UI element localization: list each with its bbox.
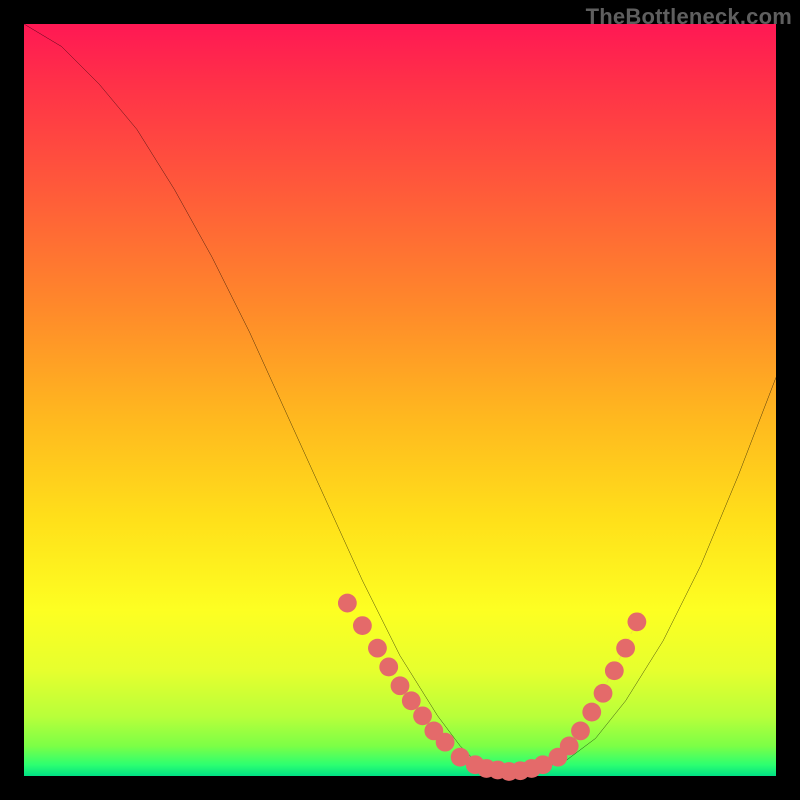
marker-dot (582, 703, 601, 722)
marker-dot (560, 737, 579, 756)
marker-dot (571, 721, 590, 740)
marker-dot (368, 639, 387, 658)
marker-dot (413, 706, 432, 725)
marker-dot (627, 612, 646, 631)
marker-dot (605, 661, 624, 680)
main-curve (24, 24, 776, 772)
marker-dot (338, 594, 357, 613)
chart-frame: TheBottleneck.com (0, 0, 800, 800)
marker-dot (616, 639, 635, 658)
marker-dot (353, 616, 372, 635)
marker-dot (436, 733, 455, 752)
chart-svg (24, 24, 776, 776)
marker-dot (402, 691, 421, 710)
watermark-text: TheBottleneck.com (586, 4, 792, 30)
marker-dot (391, 676, 410, 695)
marker-dot (379, 658, 398, 677)
marker-dot (594, 684, 613, 703)
plot-area (24, 24, 776, 776)
